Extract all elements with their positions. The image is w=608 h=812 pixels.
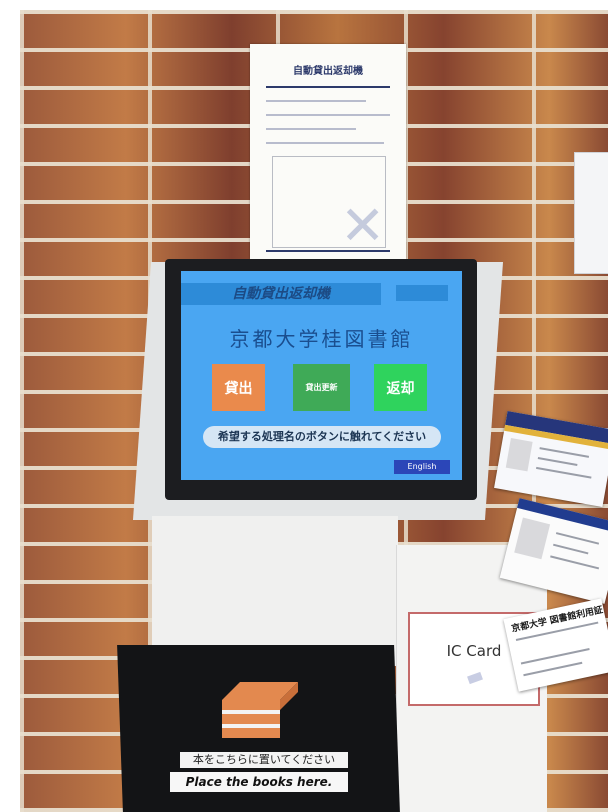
kiosk-body <box>152 516 398 666</box>
english-button[interactable]: English <box>394 460 450 474</box>
book-stack-icon <box>222 682 298 738</box>
card-text-line <box>536 466 592 479</box>
screen-header-bar <box>396 285 448 301</box>
card-photo <box>514 517 551 560</box>
card-text-line <box>539 447 590 458</box>
place-books-label-ja: 本をこちらに置いてください <box>180 752 348 768</box>
instruction-poster: 自動貸出返却機 ✕ <box>250 44 406 259</box>
return-button[interactable]: 返却 <box>374 364 427 411</box>
side-sign <box>574 152 608 274</box>
card-text-line <box>537 457 578 466</box>
cross-icon: ✕ <box>340 194 386 257</box>
card-text-line <box>553 543 589 555</box>
poster-text-line <box>266 128 356 130</box>
screen-header: 自動貸出返却機 <box>181 283 381 305</box>
poster-text-line <box>266 142 384 144</box>
renew-button[interactable]: 貸出更新 <box>293 364 350 411</box>
instruction-prompt: 希望する処理名のボタンに触れてください <box>203 426 441 448</box>
card-text-line <box>550 555 600 570</box>
card-photo <box>505 438 533 472</box>
poster-text-line <box>266 114 390 116</box>
poster-title: 自動貸出返却機 <box>293 66 363 77</box>
place-books-label-en: Place the books here. <box>170 772 348 792</box>
poster-footer-line <box>266 250 390 252</box>
card-text-line <box>555 532 600 545</box>
poster-text-line <box>266 100 366 102</box>
kiosk-screen: 自動貸出返却機 京都大学桂図書館 貸出 貸出更新 返却 希望する処理名のボタンに… <box>181 271 462 480</box>
lend-button[interactable]: 貸出 <box>212 364 265 411</box>
card-icon <box>467 671 483 685</box>
library-name: 京都大学桂図書館 <box>229 327 414 351</box>
photo-scene: 自動貸出返却機 ✕ 自動貸出返却機 京都大学桂図書館 貸出 貸出更新 返却 希望… <box>0 0 608 812</box>
poster-text-line <box>266 86 390 88</box>
card-text-line <box>523 661 583 677</box>
